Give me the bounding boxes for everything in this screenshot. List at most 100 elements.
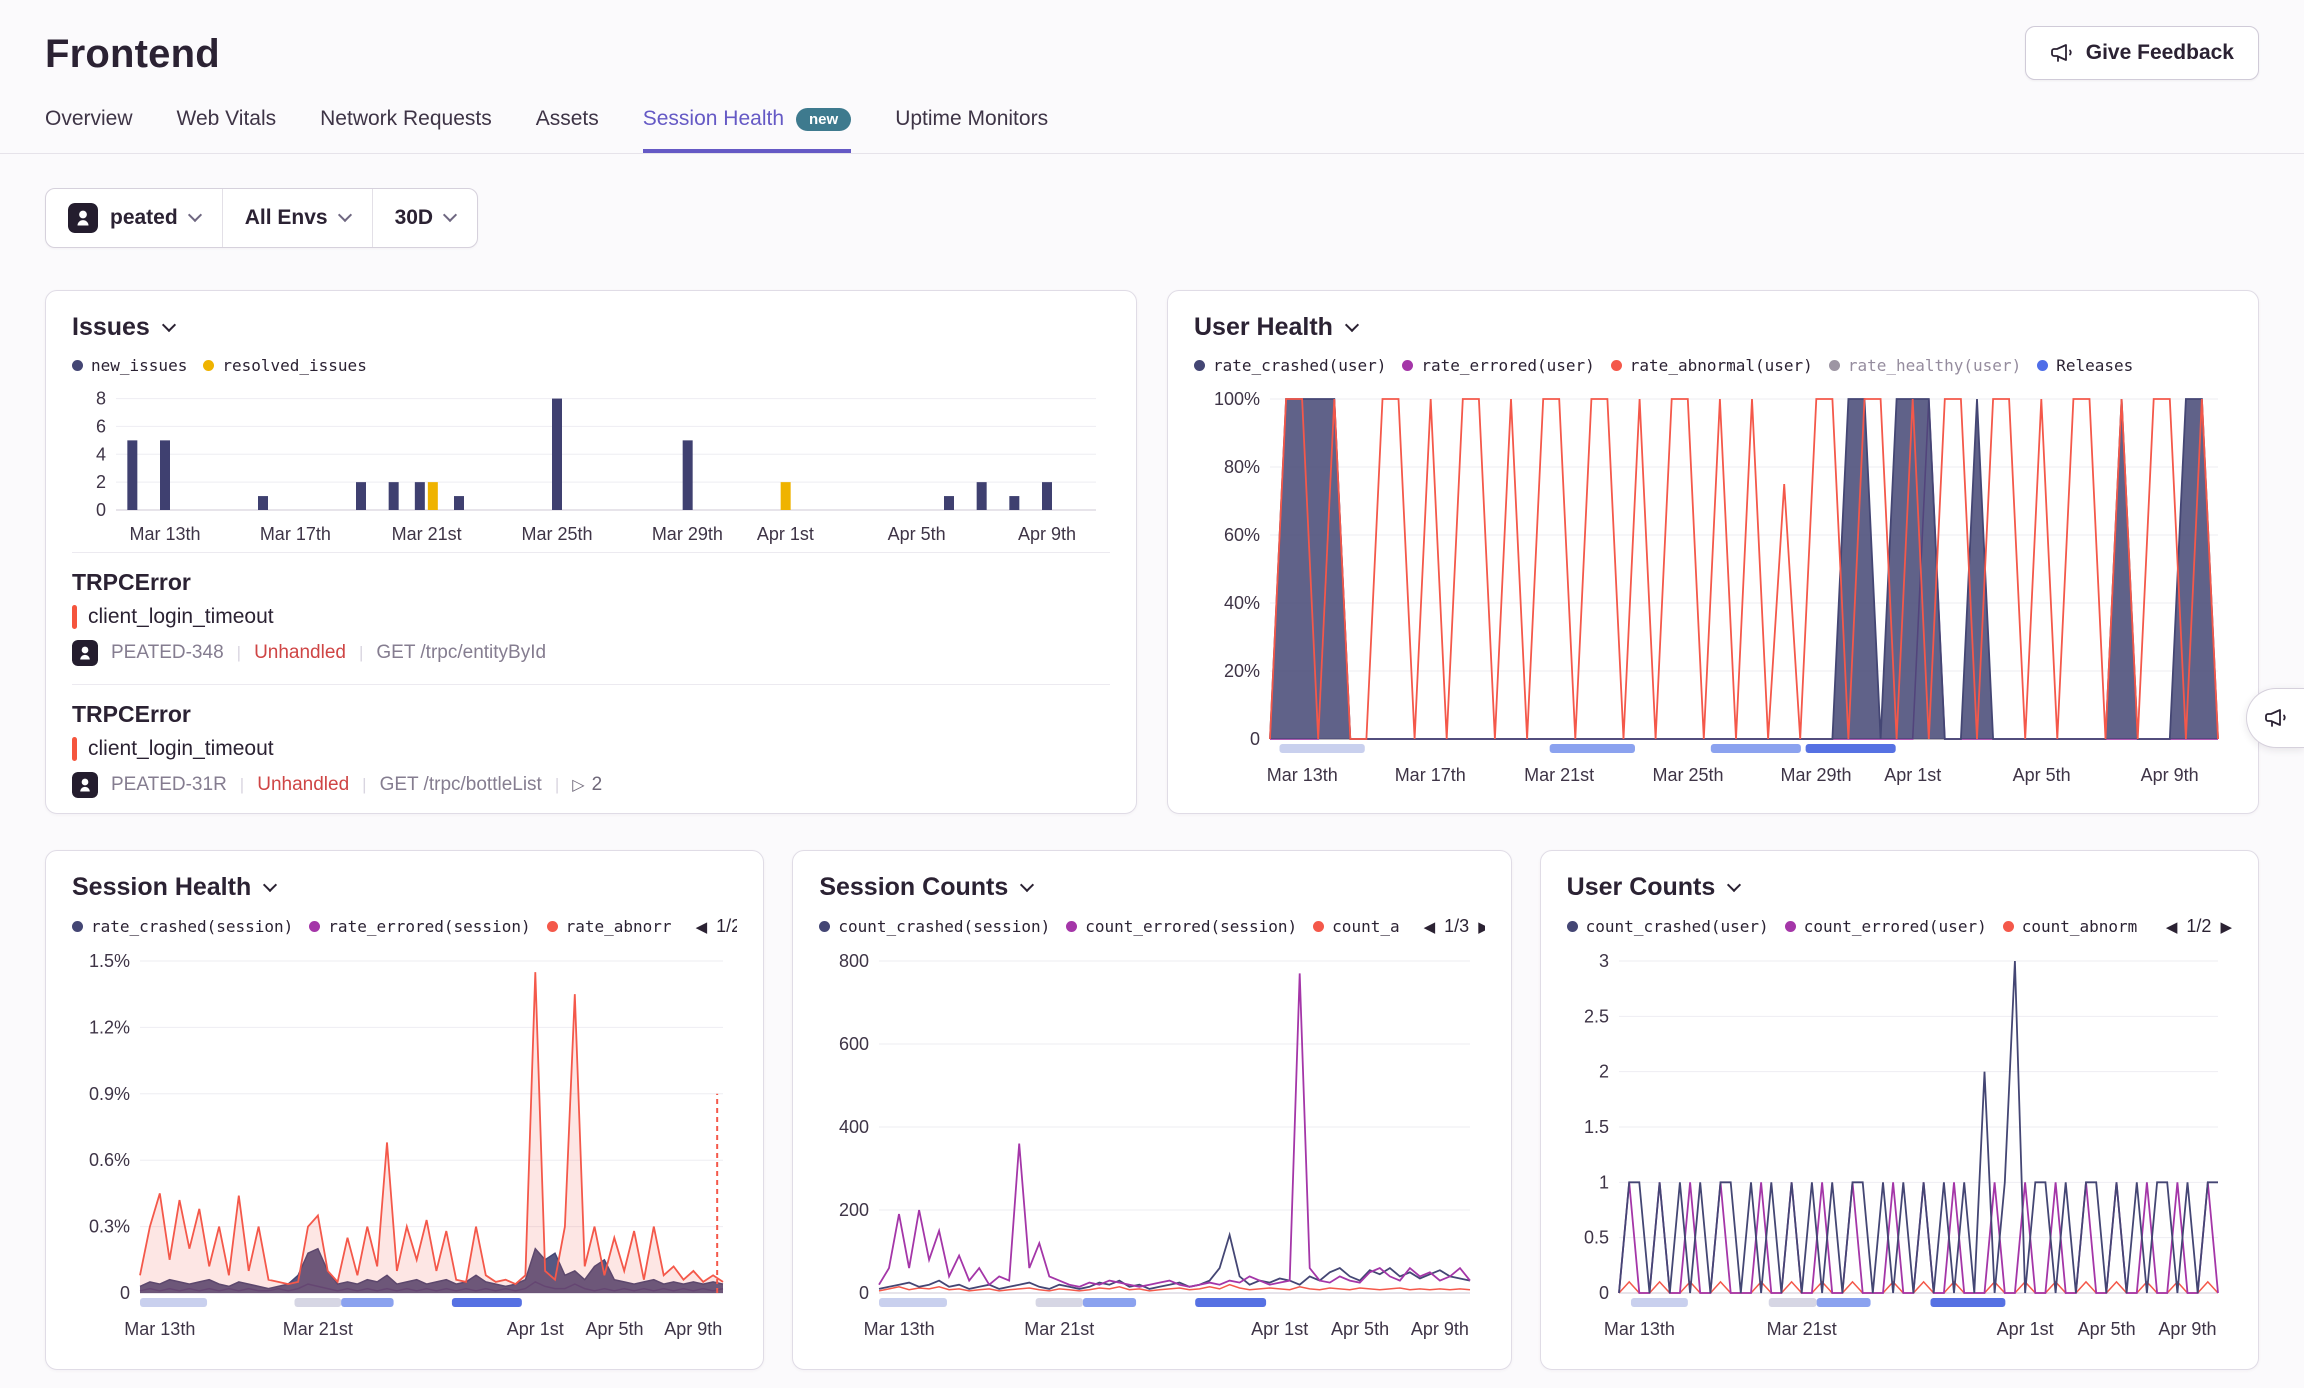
legend-dot	[1066, 921, 1077, 932]
date-range-filter-dropdown[interactable]: 30D	[372, 189, 478, 247]
tab-session-health[interactable]: Session Health new	[643, 107, 851, 153]
legend-dot	[1611, 360, 1622, 371]
pager-prev-icon[interactable]: ◀	[2166, 918, 2178, 936]
session-health-legend: rate_crashed(session) rate_errored(sessi…	[72, 916, 737, 937]
issue-title-link[interactable]: TRPCError	[72, 701, 191, 728]
divider: |	[237, 643, 241, 663]
issue-meta-row: PEATED-31R | Unhandled | GET /trpc/bottl…	[72, 772, 1110, 798]
legend-item[interactable]: rate_crashed(session)	[72, 917, 293, 936]
svg-text:80%: 80%	[1224, 457, 1260, 477]
tab-bar: Overview Web Vitals Network Requests Ass…	[0, 107, 2304, 154]
play-icon: ▷	[572, 775, 584, 795]
legend-dot	[1829, 360, 1840, 371]
legend-dot	[2003, 921, 2014, 932]
unhandled-tag: Unhandled	[254, 642, 346, 664]
replay-count: ▷ 2	[572, 774, 602, 796]
svg-text:Apr 9th: Apr 9th	[2158, 1319, 2216, 1339]
session-counts-legend: count_crashed(session) count_errored(ses…	[819, 916, 1484, 937]
svg-text:Mar 13th: Mar 13th	[864, 1319, 935, 1339]
legend-item[interactable]: rate_healthy(user)	[1829, 356, 2021, 375]
svg-text:1.5%: 1.5%	[89, 951, 130, 971]
pager-next-icon[interactable]: ▶	[1478, 918, 1484, 936]
svg-text:1: 1	[1599, 1172, 1609, 1192]
session-counts-chart[interactable]: 8006004002000Mar 13thMar 21stApr 1stApr …	[819, 951, 1484, 1343]
svg-text:100%: 100%	[1214, 389, 1260, 409]
session-counts-panel-header[interactable]: Session Counts	[819, 873, 1484, 902]
pager-next-icon[interactable]: ▶	[2220, 918, 2232, 936]
divider: |	[555, 775, 559, 795]
legend-dot	[1567, 921, 1578, 932]
issue-culprit-row: client_login_timeout	[72, 737, 1110, 761]
legend-item[interactable]: rate_errored(user)	[1402, 356, 1594, 375]
legend-item[interactable]: count_a	[1313, 917, 1399, 936]
svg-text:Apr 9th: Apr 9th	[1411, 1319, 1469, 1339]
legend-item[interactable]: count_crashed(session)	[819, 917, 1050, 936]
legend-pager: ◀ 1/2 ▶	[688, 916, 738, 937]
legend-item[interactable]: Releases	[2037, 356, 2133, 375]
pager-prev-icon[interactable]: ◀	[696, 918, 708, 936]
svg-text:Mar 21st: Mar 21st	[1766, 1319, 1836, 1339]
project-filter-dropdown[interactable]: peated	[46, 189, 222, 247]
tab-assets[interactable]: Assets	[536, 107, 599, 153]
svg-text:4: 4	[96, 444, 106, 464]
legend-dot	[1785, 921, 1796, 932]
legend-item[interactable]: rate_errored(session)	[309, 917, 530, 936]
issue-title-link[interactable]: TRPCError	[72, 569, 191, 596]
tab-uptime-monitors[interactable]: Uptime Monitors	[895, 107, 1048, 153]
legend-item[interactable]: count_abnorm	[2003, 917, 2138, 936]
svg-text:Mar 13th: Mar 13th	[1267, 765, 1338, 785]
chevron-down-icon	[337, 208, 351, 222]
session-health-panel-header[interactable]: Session Health	[72, 873, 737, 902]
issues-panel-header[interactable]: Issues	[72, 313, 1110, 342]
panel-title: User Counts	[1567, 873, 1716, 902]
user-health-chart[interactable]: 100%80%60%40%20%0Mar 13thMar 17thMar 21s…	[1194, 389, 2232, 789]
svg-text:1.5: 1.5	[1584, 1117, 1609, 1137]
legend-dot	[2037, 360, 2048, 371]
pager-prev-icon[interactable]: ◀	[1424, 918, 1436, 936]
tab-web-vitals[interactable]: Web Vitals	[177, 107, 277, 153]
unhandled-tag: Unhandled	[257, 774, 349, 796]
project-filter-value: peated	[110, 206, 178, 230]
svg-text:Mar 13th: Mar 13th	[129, 524, 200, 544]
divider: |	[359, 643, 363, 663]
issues-bar-chart[interactable]: 86420Mar 13thMar 17thMar 21stMar 25thMar…	[72, 383, 1110, 548]
legend-item[interactable]: rate_crashed(user)	[1194, 356, 1386, 375]
give-feedback-button[interactable]: Give Feedback	[2025, 26, 2259, 80]
svg-text:Apr 5th: Apr 5th	[1331, 1319, 1389, 1339]
svg-text:0: 0	[859, 1283, 869, 1303]
error-level-bar	[72, 737, 77, 761]
user-health-panel-header[interactable]: User Health	[1194, 313, 2232, 342]
legend-item[interactable]: count_errored(session)	[1066, 917, 1297, 936]
legend-item[interactable]: rate_abnorr	[547, 917, 672, 936]
legend-item[interactable]: resolved_issues	[203, 356, 367, 375]
svg-text:Apr 1st: Apr 1st	[757, 524, 814, 544]
user-counts-chart[interactable]: 32.521.510.50Mar 13thMar 21stApr 1stApr …	[1567, 951, 2232, 1343]
chevron-down-icon	[1727, 877, 1741, 891]
legend-dot	[819, 921, 830, 932]
new-badge: new	[796, 108, 851, 131]
chevron-down-icon	[162, 317, 176, 331]
svg-text:Mar 21st: Mar 21st	[1025, 1319, 1095, 1339]
tab-overview[interactable]: Overview	[45, 107, 133, 153]
session-health-chart[interactable]: 1.5%1.2%0.9%0.6%0.3%0Mar 13thMar 21stApr…	[72, 951, 737, 1343]
svg-text:Apr 1st: Apr 1st	[507, 1319, 564, 1339]
svg-text:0: 0	[120, 1283, 130, 1303]
svg-text:0.3%: 0.3%	[89, 1217, 130, 1237]
legend-dot	[309, 921, 320, 932]
legend-item[interactable]: rate_abnormal(user)	[1611, 356, 1813, 375]
legend-item[interactable]: count_errored(user)	[1785, 917, 1987, 936]
svg-text:3: 3	[1599, 951, 1609, 971]
svg-text:Apr 5th: Apr 5th	[586, 1319, 644, 1339]
project-avatar	[68, 203, 98, 233]
user-counts-panel-header[interactable]: User Counts	[1567, 873, 2232, 902]
feedback-fab-button[interactable]	[2246, 688, 2304, 748]
tab-network-requests[interactable]: Network Requests	[320, 107, 492, 153]
svg-text:60%: 60%	[1224, 525, 1260, 545]
legend-item[interactable]: count_crashed(user)	[1567, 917, 1769, 936]
issue-short-id: PEATED-348	[111, 642, 224, 664]
legend-item[interactable]: new_issues	[72, 356, 187, 375]
issue-culprit: client_login_timeout	[88, 737, 274, 761]
svg-text:Mar 17th: Mar 17th	[260, 524, 331, 544]
environment-filter-dropdown[interactable]: All Envs	[222, 189, 372, 247]
legend-dot	[1313, 921, 1324, 932]
